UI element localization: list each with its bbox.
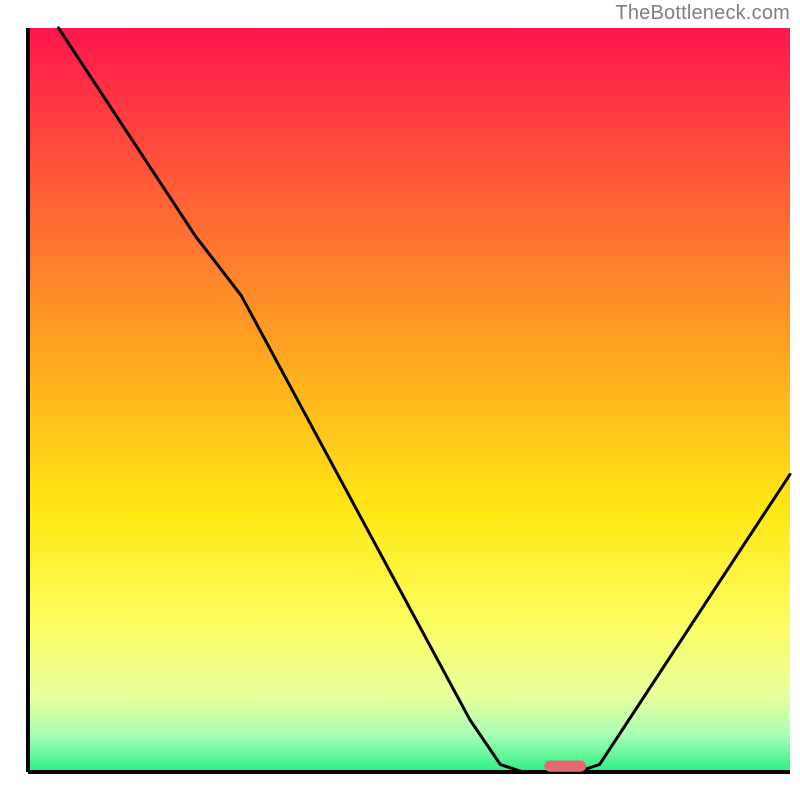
bottleneck-chart [0, 0, 800, 800]
plot-background [28, 28, 790, 772]
watermark-text: TheBottleneck.com [615, 2, 790, 25]
chart-svg [0, 0, 800, 800]
optimal-marker [544, 761, 586, 772]
